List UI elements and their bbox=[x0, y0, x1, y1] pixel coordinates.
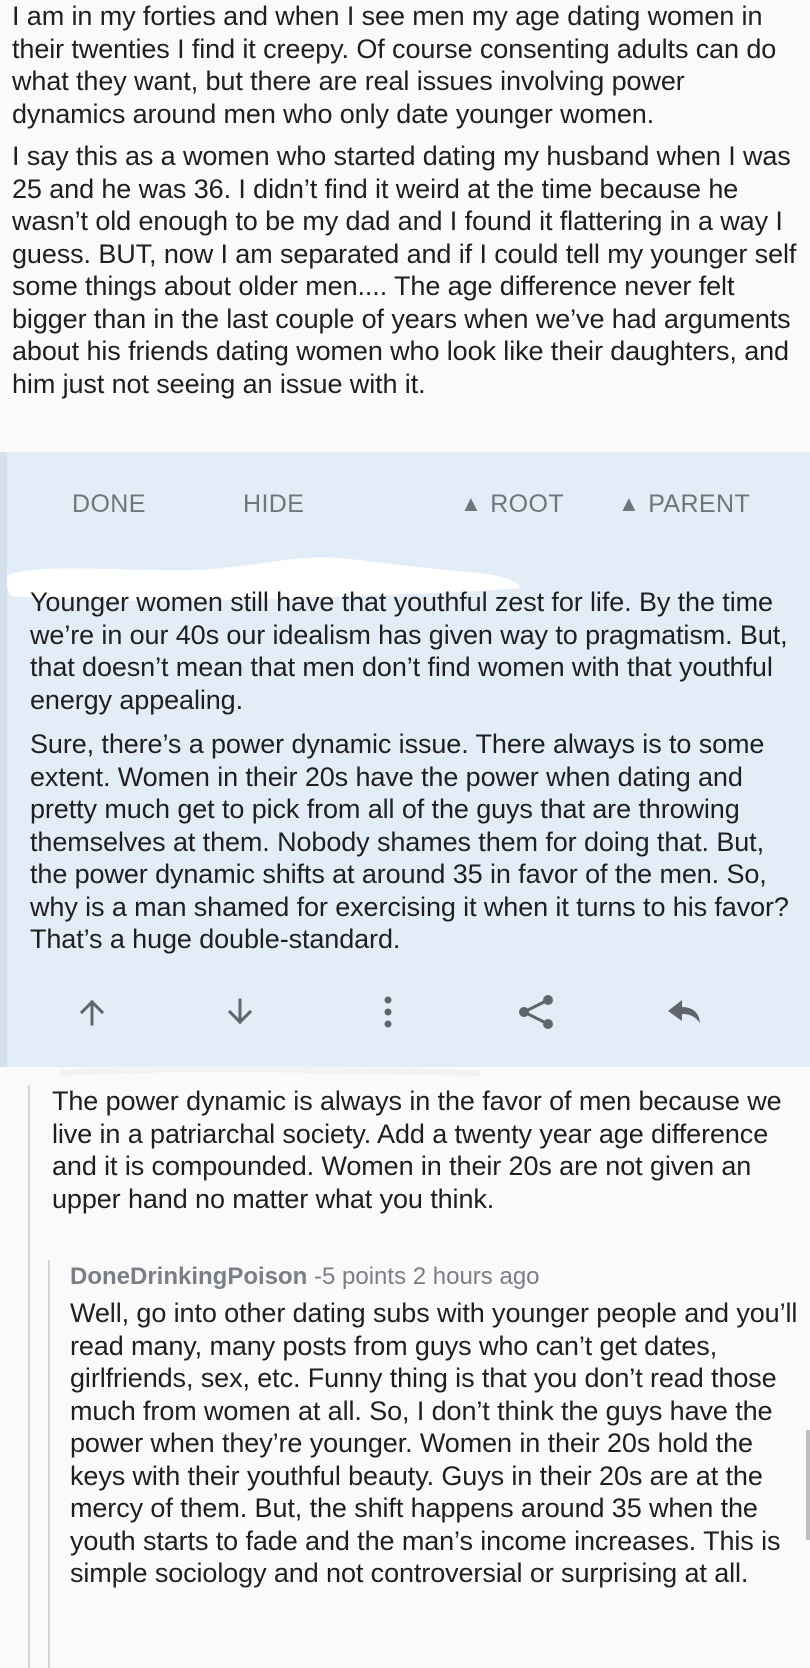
nested-reply-text: Well, go into other dating subs with you… bbox=[70, 1298, 798, 1588]
parent-label: PARENT bbox=[648, 490, 751, 518]
selected-comment-accent-bar bbox=[0, 452, 7, 1067]
downvote-button[interactable] bbox=[218, 992, 262, 1032]
parent-comment: I am in my forties and when I see men my… bbox=[0, 0, 810, 400]
hide-label: HIDE bbox=[243, 490, 305, 518]
reply-icon bbox=[668, 1000, 700, 1023]
comment-actions-bar: DONE HIDE ▲ ROOT ▲ PARENT bbox=[0, 484, 810, 524]
share-icon bbox=[519, 995, 553, 1029]
done-button[interactable]: DONE bbox=[72, 484, 146, 524]
comment-meta: DoneDrinkingPoison -5 points 2 hours ago bbox=[70, 1260, 810, 1294]
upvote-arrow-icon bbox=[79, 999, 105, 1026]
parent-comment-paragraph: I am in my forties and when I see men my… bbox=[12, 1, 777, 129]
comment-toolbar bbox=[0, 992, 810, 1032]
root-label: ROOT bbox=[490, 490, 565, 518]
comment-author[interactable]: DoneDrinkingPoison bbox=[70, 1263, 307, 1290]
upvote-button[interactable] bbox=[70, 992, 114, 1032]
selected-comment: DONE HIDE ▲ ROOT ▲ PARENT Younger women … bbox=[0, 452, 810, 1067]
more-options-button[interactable] bbox=[366, 992, 410, 1032]
parent-comment-paragraph: I say this as a women who started dating… bbox=[12, 141, 797, 399]
parent-button[interactable]: ▲ PARENT bbox=[618, 484, 750, 524]
done-label: DONE bbox=[72, 490, 146, 518]
triangle-up-icon: ▲ bbox=[618, 491, 641, 516]
reply-comment-text: The power dynamic is always in the favor… bbox=[52, 1086, 782, 1214]
comment-points: -5 points bbox=[314, 1263, 407, 1290]
selected-comment-paragraph: Younger women still have that youthful z… bbox=[30, 587, 788, 715]
downvote-arrow-icon bbox=[227, 998, 253, 1025]
reply-button[interactable] bbox=[662, 992, 706, 1032]
more-vertical-icon bbox=[384, 996, 392, 1028]
selected-comment-paragraph: Sure, there’s a power dynamic issue. The… bbox=[30, 729, 789, 954]
comment-time: 2 hours ago bbox=[412, 1263, 540, 1290]
root-button[interactable]: ▲ ROOT bbox=[460, 484, 564, 524]
scrollbar[interactable] bbox=[806, 1430, 810, 1540]
share-button[interactable] bbox=[514, 992, 558, 1032]
triangle-up-icon: ▲ bbox=[460, 491, 483, 516]
selected-comment-body: Younger women still have that youthful z… bbox=[30, 586, 800, 956]
nested-reply-comment: DoneDrinkingPoison -5 points 2 hours ago… bbox=[48, 1260, 810, 1668]
hide-button[interactable]: HIDE bbox=[243, 484, 304, 524]
